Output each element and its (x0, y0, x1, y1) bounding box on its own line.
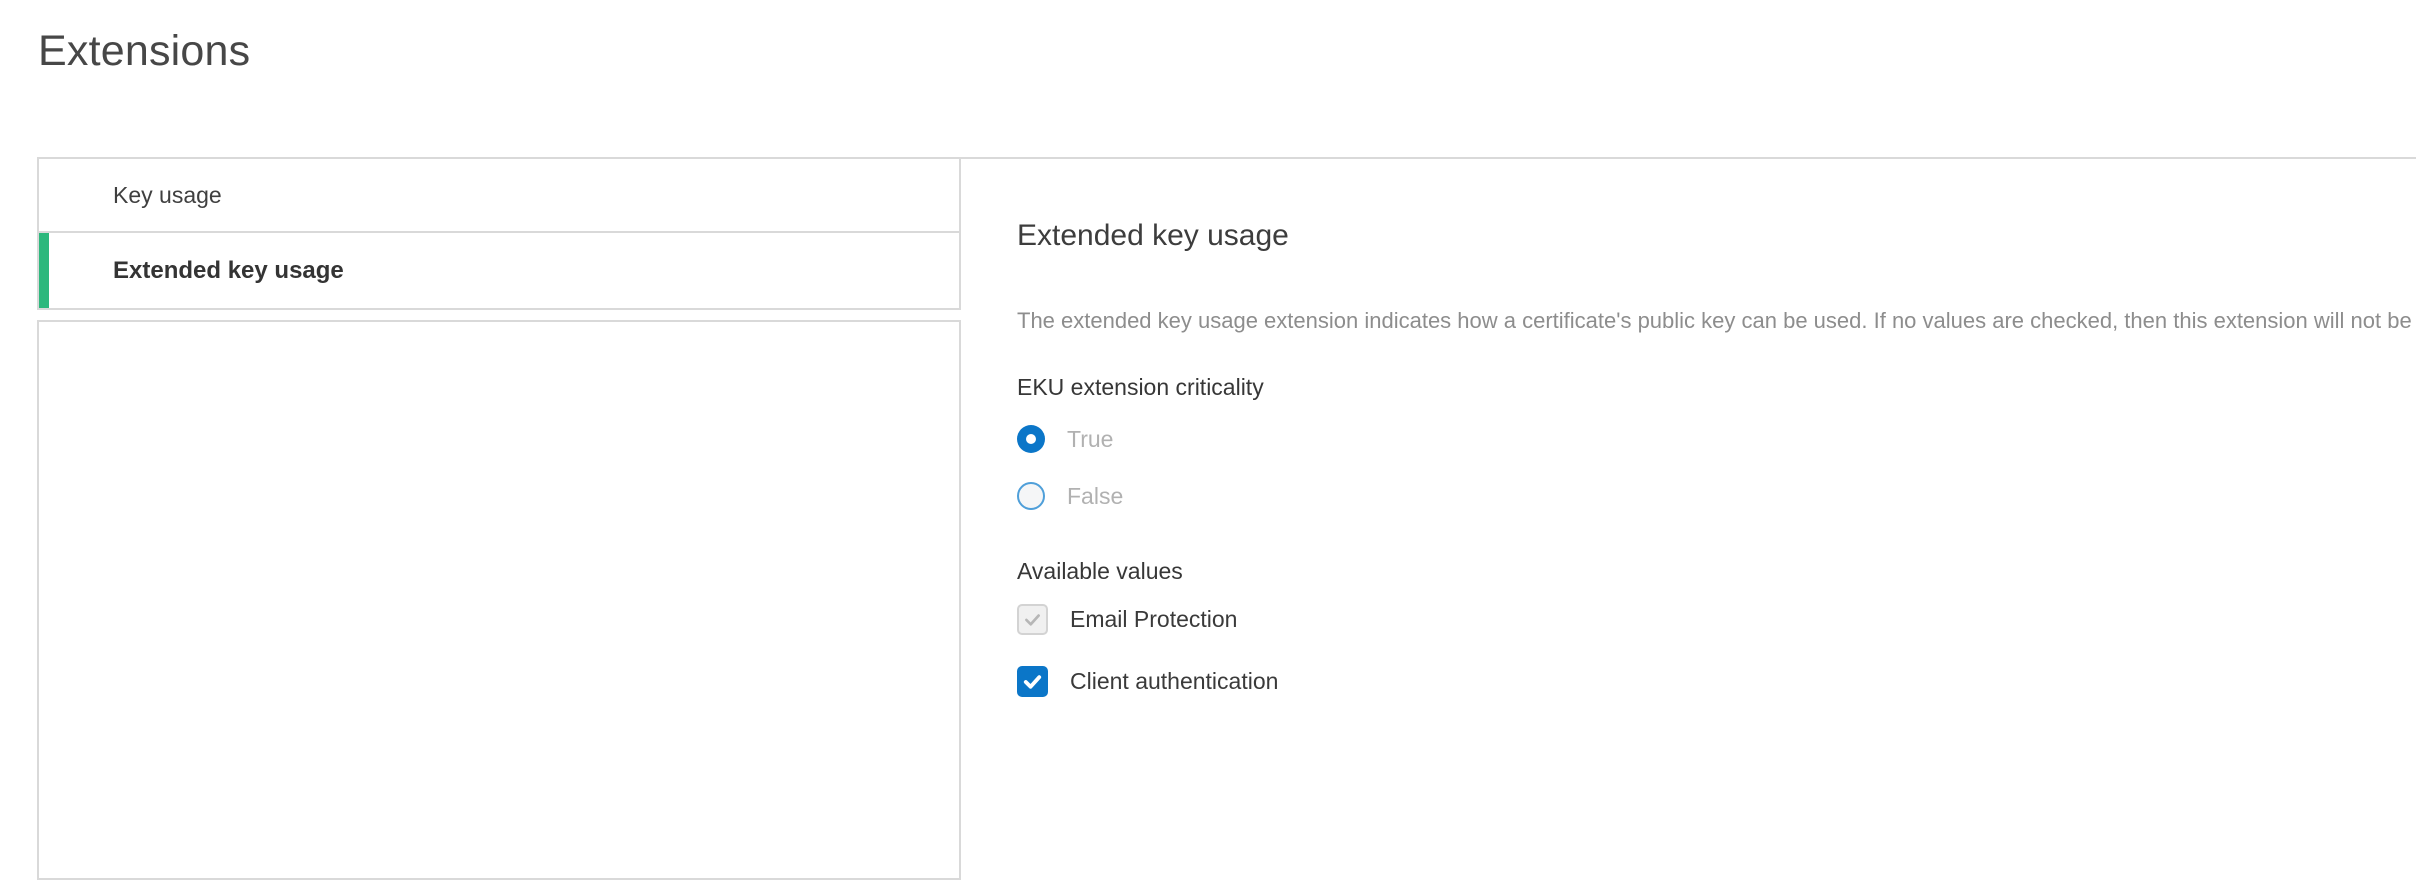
selected-tab-indicator (39, 233, 49, 308)
available-values-label: Available values (1017, 558, 1183, 585)
extensions-page: Extensions Key usage Extended key usage … (0, 0, 2416, 848)
radio-true-selected[interactable] (1017, 425, 1045, 453)
radio-true-label: True (1067, 426, 1113, 453)
page-title: Extensions (38, 27, 250, 76)
tab-list-panel (37, 320, 961, 880)
checkmark-icon (1021, 670, 1044, 693)
tab-extended-key-usage-label: Extended key usage (39, 257, 344, 285)
tab-key-usage[interactable]: Key usage (37, 157, 961, 233)
checkbox-client-authentication-checked[interactable] (1017, 666, 1048, 697)
radio-option-false[interactable]: False (1017, 482, 1123, 510)
checkmark-icon (1022, 609, 1043, 630)
radio-false-unselected[interactable] (1017, 482, 1045, 510)
eku-criticality-label: EKU extension criticality (1017, 374, 1264, 401)
tab-extended-key-usage[interactable]: Extended key usage (37, 233, 961, 310)
checkbox-email-protection-label: Email Protection (1070, 606, 1237, 633)
checkbox-option-client-authentication[interactable]: Client authentication (1017, 666, 1278, 697)
checkbox-email-protection-disabled (1017, 604, 1048, 635)
panel-description: The extended key usage extension indicat… (1017, 308, 2416, 334)
tab-key-usage-label: Key usage (39, 182, 222, 209)
radio-false-label: False (1067, 483, 1123, 510)
checkbox-option-email-protection: Email Protection (1017, 604, 1237, 635)
panel-heading: Extended key usage (1017, 219, 1289, 253)
checkbox-client-authentication-label: Client authentication (1070, 668, 1278, 695)
radio-option-true[interactable]: True (1017, 425, 1113, 453)
